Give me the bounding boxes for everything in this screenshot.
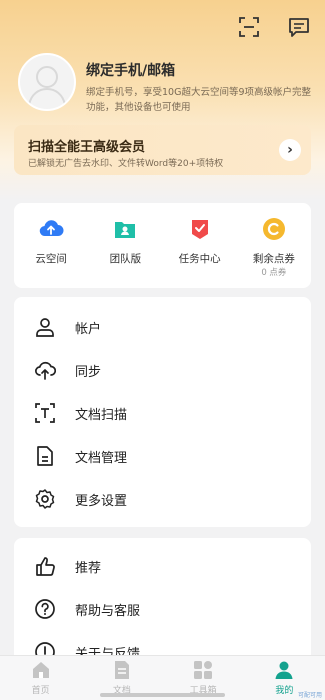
quick-actions: 云空间 团队版 任务中心 剩余点券 0 点券 xyxy=(14,203,311,288)
home-indicator xyxy=(100,693,225,697)
tab-home[interactable]: 首页 xyxy=(0,656,81,700)
menu-item-help[interactable]: 帮助与客服 xyxy=(14,591,311,627)
toolbox-icon xyxy=(194,661,213,679)
menu-item-account[interactable]: 帐户 xyxy=(14,309,311,345)
menu-item-sync[interactable]: 同步 xyxy=(14,352,311,388)
avatar[interactable] xyxy=(18,53,76,111)
tab-label: 首页 xyxy=(31,686,50,696)
quick-item-cloud-space[interactable]: 云空间 xyxy=(14,203,88,288)
gear-icon xyxy=(35,489,55,509)
menu-item-label: 推荐 xyxy=(75,561,102,576)
menu-item-label: 更多设置 xyxy=(75,494,128,509)
bind-account-title[interactable]: 绑定手机/邮箱 xyxy=(86,60,175,80)
vip-card[interactable]: 扫描全能王高级会员 已解锁无广告去水印、文件转Word等20+项特权 › xyxy=(14,125,311,175)
vip-subtitle: 已解锁无广告去水印、文件转Word等20+项特权 xyxy=(28,159,224,169)
quick-item-task-center[interactable]: 任务中心 xyxy=(163,203,237,288)
chevron-right-icon[interactable]: › xyxy=(279,139,301,161)
vip-title: 扫描全能王高级会员 xyxy=(28,140,146,155)
quick-label: 云空间 xyxy=(35,253,67,265)
quick-item-team[interactable]: 团队版 xyxy=(88,203,162,288)
document-manage-icon xyxy=(37,446,53,466)
coupon-count: 0 点券 xyxy=(261,268,287,278)
message-icon[interactable] xyxy=(288,16,310,38)
menu-item-label: 帮助与客服 xyxy=(75,604,141,619)
menu-item-label: 同步 xyxy=(75,365,102,380)
quick-label: 剩余点券 xyxy=(252,253,295,265)
bind-account-description: 绑定手机号，享受10G超大云空间等9项高级帐户完整功能，其他设备也可使用 xyxy=(86,87,311,113)
document-icon xyxy=(114,661,129,679)
quick-label: 团队版 xyxy=(109,253,142,265)
menu-item-label: 文档管理 xyxy=(75,451,128,466)
profile-icon xyxy=(275,661,293,679)
document-scan-icon xyxy=(35,403,55,423)
coupon-coin-icon xyxy=(262,218,285,240)
menu-item-label: 帐户 xyxy=(75,322,102,337)
menu-item-label: 文档扫描 xyxy=(75,408,128,423)
thumbs-up-icon xyxy=(36,557,55,576)
scan-icon[interactable] xyxy=(238,16,260,38)
settings-menu: 帐户 同步 文档扫描 文档管理 更多设置 xyxy=(14,297,311,527)
home-icon xyxy=(32,662,49,678)
menu-item-recommend[interactable]: 推荐 xyxy=(14,548,311,584)
menu-item-document-management[interactable]: 文档管理 xyxy=(14,438,311,474)
watermark-text: 可配可用 xyxy=(297,692,322,699)
quick-item-coupons[interactable]: 剩余点券 0 点券 xyxy=(237,203,311,288)
user-icon xyxy=(36,318,54,337)
default-avatar-icon xyxy=(20,55,74,109)
menu-item-document-scan[interactable]: 文档扫描 xyxy=(14,395,311,431)
task-check-icon xyxy=(191,220,208,239)
help-icon xyxy=(35,599,55,619)
cloud-upload-icon xyxy=(39,220,64,237)
menu-item-more-settings[interactable]: 更多设置 xyxy=(14,481,311,517)
quick-label: 任务中心 xyxy=(178,253,221,265)
cloud-sync-icon xyxy=(35,361,56,380)
team-folder-icon xyxy=(115,222,136,238)
